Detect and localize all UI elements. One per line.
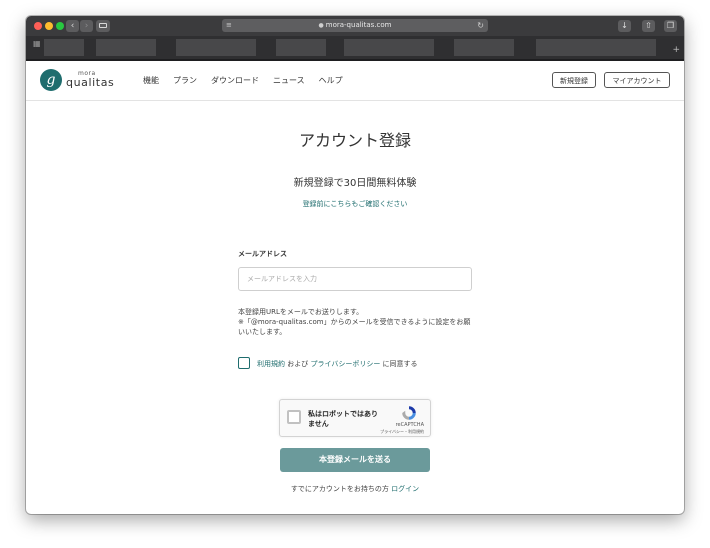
email-input[interactable] bbox=[238, 267, 472, 291]
grid-icon[interactable]: ▦ bbox=[33, 39, 41, 48]
agree-suffix: に同意する bbox=[380, 360, 418, 368]
blurred-bookmark bbox=[276, 39, 326, 56]
tabs-icon[interactable]: ❐ bbox=[664, 20, 677, 32]
address-bar[interactable]: ≡ ● mora-qualitas.com ↻ bbox=[222, 19, 488, 32]
and-text: および bbox=[285, 360, 311, 368]
login-prefix: すでにアカウントをお持ちの方 bbox=[290, 485, 392, 493]
logo-main-text[interactable]: qualitas bbox=[66, 76, 114, 89]
chevron-left-icon[interactable]: ‹ bbox=[66, 20, 79, 32]
url-text: mora-qualitas.com bbox=[325, 21, 392, 29]
blurred-bookmark bbox=[44, 39, 84, 56]
nav-item-help[interactable]: ヘルプ bbox=[319, 75, 343, 86]
blurred-bookmark bbox=[96, 39, 156, 56]
browser-titlebar: ‹ › ≡ ● mora-qualitas.com ↻ ↓ ⇧ ❐ bbox=[26, 16, 684, 36]
recaptcha-brand: reCAPTCHA bbox=[395, 422, 424, 428]
lock-icon: ● bbox=[318, 22, 324, 29]
email-label: メールアドレス bbox=[238, 250, 287, 258]
recaptcha-widget: 私はロボットではありません reCAPTCHA プライバシー・利用規約 bbox=[279, 399, 431, 437]
site-header: g mora qualitas 機能 プラン ダウンロード ニュース ヘルプ 新… bbox=[26, 61, 684, 101]
blurred-bookmark bbox=[536, 39, 656, 56]
browser-window: ‹ › ≡ ● mora-qualitas.com ↻ ↓ ⇧ ❐ ▦ + g m… bbox=[26, 16, 684, 514]
email-notice: 本登録用URLをメールでお送りします。 ※「@mora-qualitas.com… bbox=[238, 307, 474, 337]
global-nav: 機能 プラン ダウンロード ニュース ヘルプ bbox=[143, 75, 357, 86]
register-button[interactable]: 新規登録 bbox=[552, 72, 596, 88]
blurred-bookmark bbox=[176, 39, 256, 56]
blurred-bookmark bbox=[344, 39, 434, 56]
reload-icon[interactable]: ↻ bbox=[477, 19, 484, 32]
login-prompt: すでにアカウントをお持ちの方 ログイン bbox=[26, 484, 684, 494]
privacy-policy-link[interactable]: プライバシーポリシー bbox=[310, 360, 380, 368]
confirm-before-register-link[interactable]: 登録前にこちらもご確認ください bbox=[26, 199, 684, 209]
page-title: アカウント登録 bbox=[298, 131, 411, 150]
nav-item-download[interactable]: ダウンロード bbox=[211, 75, 259, 86]
notice-line: いいたします。 bbox=[238, 328, 287, 336]
logo-icon[interactable]: g bbox=[40, 69, 62, 91]
download-icon[interactable]: ↓ bbox=[618, 20, 631, 32]
recaptcha-terms-link[interactable]: プライバシー・利用規約 bbox=[380, 429, 424, 435]
notice-line: ※「@mora-qualitas.com」からのメールを受信できるように設定をお… bbox=[238, 318, 471, 326]
blurred-bookmark bbox=[454, 39, 514, 56]
minimize-window-button[interactable] bbox=[45, 22, 53, 30]
chevron-right-icon[interactable]: › bbox=[80, 20, 93, 32]
add-tab-icon[interactable]: + bbox=[672, 45, 680, 55]
login-link[interactable]: ログイン bbox=[391, 485, 419, 493]
agree-checkbox[interactable] bbox=[238, 357, 250, 369]
maximize-window-button[interactable] bbox=[56, 22, 64, 30]
nav-item-features[interactable]: 機能 bbox=[143, 75, 159, 86]
recaptcha-label: 私はロボットではありません bbox=[308, 410, 378, 428]
recaptcha-checkbox[interactable] bbox=[287, 410, 301, 424]
sidebar-icon[interactable] bbox=[96, 20, 110, 32]
my-account-button[interactable]: マイアカウント bbox=[604, 72, 670, 88]
page-menu-icon[interactable]: ≡ bbox=[226, 19, 232, 32]
send-registration-email-button[interactable]: 本登録メールを送る bbox=[280, 448, 430, 472]
bookmarks-bar: ▦ + bbox=[26, 36, 684, 59]
share-icon[interactable]: ⇧ bbox=[642, 20, 655, 32]
nav-item-news[interactable]: ニュース bbox=[273, 75, 305, 86]
notice-line: 本登録用URLをメールでお送りします。 bbox=[238, 308, 364, 316]
recaptcha-icon bbox=[402, 406, 416, 420]
close-window-button[interactable] bbox=[34, 22, 42, 30]
agree-text: 利用規約 および プライバシーポリシー に同意する bbox=[257, 359, 418, 369]
page-subtitle: 新規登録で30日間無料体験 bbox=[293, 178, 417, 189]
nav-item-plans[interactable]: プラン bbox=[173, 75, 197, 86]
terms-link[interactable]: 利用規約 bbox=[257, 360, 285, 368]
